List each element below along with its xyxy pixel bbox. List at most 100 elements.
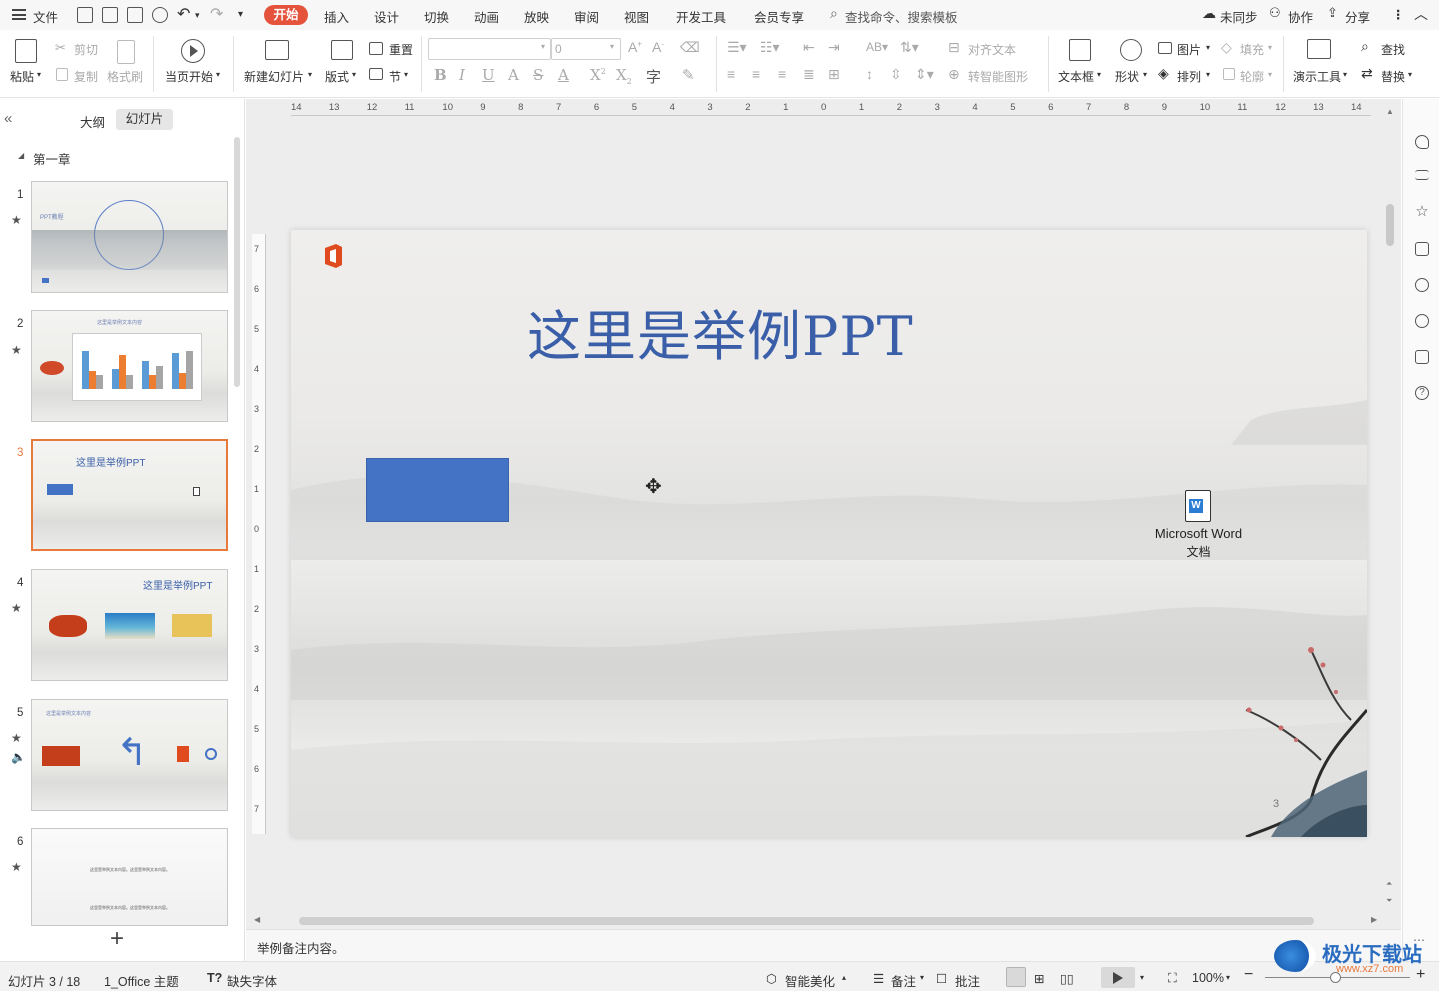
tab-member[interactable]: 会员专享 bbox=[754, 7, 804, 26]
sort-icon[interactable]: ⇅▾ bbox=[900, 39, 919, 56]
export-pdf-icon[interactable] bbox=[102, 7, 118, 23]
phonetic-icon[interactable]: 字 bbox=[646, 66, 661, 87]
align-left-icon[interactable]: ≡ bbox=[727, 66, 735, 82]
slide-thumbnail-6[interactable]: 这里是举例文本内容。这里是举例文本内容。 这里是举例文本内容。这里是举例文本内容… bbox=[31, 828, 228, 926]
column-icon[interactable]: ⇕▾ bbox=[915, 66, 934, 83]
section-icon[interactable] bbox=[369, 68, 383, 80]
para-spacing-icon[interactable]: ⇳ bbox=[890, 66, 902, 83]
collapse-panel-icon[interactable]: « bbox=[4, 110, 12, 127]
shrink-font-icon[interactable]: A- bbox=[652, 39, 664, 55]
highlight-icon[interactable]: ✎ bbox=[682, 66, 695, 84]
tab-outline[interactable]: 大纲 bbox=[80, 112, 105, 131]
hamburger-icon[interactable] bbox=[12, 9, 26, 20]
vertical-scrollbar[interactable] bbox=[1386, 204, 1394, 246]
present-tools-icon[interactable] bbox=[1307, 39, 1331, 59]
outline-text-icon[interactable]: A bbox=[508, 66, 519, 84]
comment-toggle[interactable]: 批注 bbox=[955, 971, 980, 990]
notes-pane[interactable]: 举例备注内容。 bbox=[246, 929, 1401, 961]
add-slide-button[interactable]: + bbox=[110, 927, 124, 951]
slide-sorter-icon[interactable]: ⊞ bbox=[1034, 971, 1044, 986]
text-direction-icon[interactable]: AB▾ bbox=[866, 40, 888, 54]
paste-icon[interactable] bbox=[15, 39, 37, 63]
share-button[interactable]: 分享 bbox=[1345, 7, 1370, 26]
shape-icon[interactable] bbox=[1120, 39, 1142, 61]
copy-icon[interactable] bbox=[56, 68, 68, 81]
section-button[interactable]: 节 bbox=[389, 68, 401, 85]
grow-font-icon[interactable]: A+ bbox=[628, 39, 642, 55]
fill-icon[interactable]: ◇ bbox=[1221, 39, 1232, 56]
cut-icon[interactable]: ✂ bbox=[55, 40, 66, 56]
cut-button[interactable]: 剪切 bbox=[74, 41, 98, 58]
brand-icon[interactable] bbox=[1415, 314, 1429, 328]
collab-button[interactable]: 协作 bbox=[1288, 7, 1313, 26]
slide-thumbnail-5[interactable]: 这里是举例文本内容 ↰ bbox=[31, 699, 228, 811]
arrange-icon[interactable]: ◈ bbox=[1158, 65, 1169, 82]
reset-button[interactable]: 重置 bbox=[389, 41, 413, 58]
format-painter-button[interactable]: 格式刷 bbox=[107, 68, 143, 85]
new-slide-button[interactable]: 新建幻灯片 bbox=[244, 68, 304, 85]
tab-slideshow[interactable]: 放映 bbox=[524, 7, 549, 26]
slide-3[interactable]: 这里是举例PPT ✥ W Microsoft Word 文档 3 bbox=[291, 230, 1367, 837]
horizontal-scrollbar[interactable] bbox=[299, 917, 1314, 925]
textbox-button[interactable]: 文本框 bbox=[1058, 68, 1094, 85]
collapse-ribbon-icon[interactable]: ︿ bbox=[1414, 4, 1428, 24]
new-slide-icon[interactable] bbox=[265, 40, 289, 60]
panel-scrollbar[interactable] bbox=[234, 137, 240, 387]
shape-button[interactable]: 形状 bbox=[1115, 68, 1139, 85]
reading-icon[interactable] bbox=[1415, 350, 1429, 364]
tab-view[interactable]: 视图 bbox=[624, 7, 649, 26]
notes-text[interactable]: 举例备注内容。 bbox=[257, 938, 345, 957]
tab-review[interactable]: 审阅 bbox=[574, 7, 599, 26]
superscript-icon[interactable]: X2 bbox=[590, 66, 606, 84]
tab-slides[interactable]: 幻灯片 bbox=[116, 109, 173, 130]
reset-icon[interactable] bbox=[369, 42, 383, 55]
command-search-input[interactable]: 查找命令、搜索模板 bbox=[845, 7, 958, 26]
section-collapse-icon[interactable]: ◢ bbox=[18, 151, 24, 160]
fit-window-icon[interactable]: ⛶ bbox=[1168, 971, 1177, 986]
picture-button[interactable]: 图片 bbox=[1177, 41, 1201, 58]
normal-view-icon[interactable] bbox=[1006, 967, 1026, 987]
tab-animation[interactable]: 动画 bbox=[474, 7, 499, 26]
print-preview-icon[interactable] bbox=[152, 7, 168, 23]
strikethrough-icon[interactable]: S bbox=[533, 66, 543, 84]
find-button[interactable]: 查找 bbox=[1381, 41, 1405, 58]
zoom-out-icon[interactable]: − bbox=[1244, 966, 1253, 984]
replace-icon[interactable]: ⇄ bbox=[1361, 65, 1373, 82]
customize-icon[interactable]: ▾ bbox=[238, 9, 243, 20]
slide-title[interactable]: 这里是举例PPT bbox=[527, 292, 914, 371]
file-menu[interactable]: 文件 bbox=[33, 7, 58, 26]
scroll-right-icon[interactable]: ▶ bbox=[1371, 915, 1377, 924]
rocket-icon[interactable] bbox=[1415, 135, 1429, 149]
format-painter-icon[interactable] bbox=[117, 40, 135, 64]
layout-icon[interactable] bbox=[331, 40, 353, 60]
section-title[interactable]: 第一章 bbox=[33, 149, 71, 168]
justify-icon[interactable]: ≣ bbox=[803, 66, 815, 83]
textbox-icon[interactable] bbox=[1069, 39, 1091, 61]
slide-thumbnail-1[interactable]: PPT教程 bbox=[31, 181, 228, 293]
decrease-indent-icon[interactable]: ⇤ bbox=[803, 39, 815, 56]
undo-dropdown-icon[interactable]: ▾ bbox=[195, 10, 200, 21]
notes-toggle[interactable]: 备注 bbox=[891, 971, 916, 990]
print-icon[interactable] bbox=[127, 7, 143, 23]
from-current-button[interactable]: 当页开始 bbox=[165, 68, 213, 85]
line-spacing-icon[interactable]: ↕ bbox=[866, 66, 873, 82]
slide-thumbnail-4[interactable]: 这里是举例PPT bbox=[31, 569, 228, 681]
align-center-icon[interactable]: ≡ bbox=[752, 66, 760, 82]
theme-name[interactable]: 1_Office 主题 bbox=[104, 971, 179, 990]
picture-icon[interactable] bbox=[1158, 42, 1172, 54]
tab-developer[interactable]: 开发工具 bbox=[676, 7, 726, 26]
italic-icon[interactable]: I bbox=[459, 66, 465, 84]
align-right-icon[interactable]: ≡ bbox=[778, 66, 786, 82]
find-icon[interactable]: ⌕ bbox=[1361, 38, 1369, 55]
replace-button[interactable]: 替换 bbox=[1381, 68, 1405, 85]
tab-home[interactable]: 开始 bbox=[264, 5, 308, 25]
redo-icon[interactable]: ↷ bbox=[210, 4, 223, 24]
tab-design[interactable]: 设计 bbox=[374, 7, 399, 26]
arrange-button[interactable]: 排列 bbox=[1177, 68, 1201, 85]
copy-button[interactable]: 复制 bbox=[74, 68, 98, 85]
distribute-icon[interactable]: ⊞ bbox=[828, 66, 840, 83]
fill-button[interactable]: 填充 bbox=[1240, 41, 1264, 58]
slide-thumbnail-2[interactable]: 这里是举例文本内容 bbox=[31, 310, 228, 422]
bold-icon[interactable]: B bbox=[434, 66, 447, 84]
outline-button[interactable]: 轮廓 bbox=[1240, 68, 1264, 85]
